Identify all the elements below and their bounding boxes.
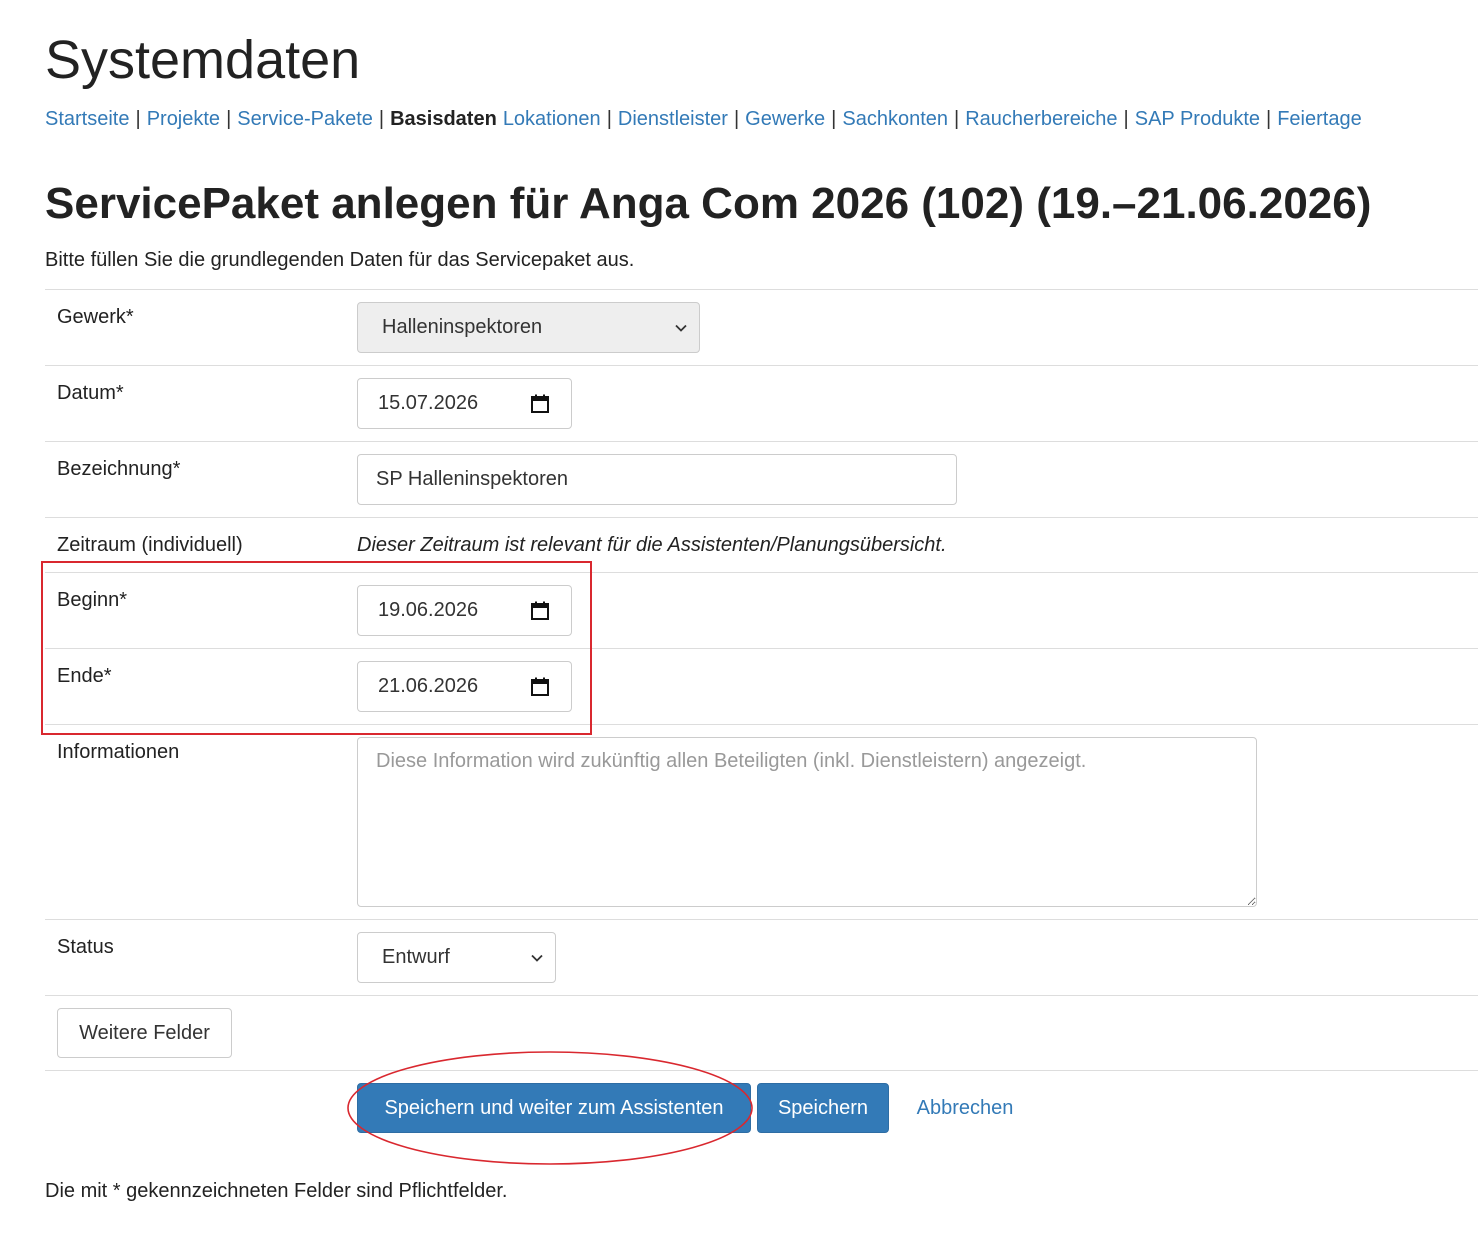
row-divider (45, 724, 1478, 725)
nav-link-sachkonten[interactable]: Sachkonten (842, 108, 948, 130)
nav-link-sap-produkte[interactable]: SAP Produkte (1135, 108, 1260, 130)
row-divider (45, 572, 1478, 573)
datum-label: Datum* (57, 382, 124, 404)
row-divider (45, 517, 1478, 518)
save-button[interactable]: Speichern (757, 1083, 889, 1133)
weitere-felder-button[interactable]: Weitere Felder (57, 1008, 232, 1058)
nav-separator: | (831, 108, 837, 130)
nav-link-projekte[interactable]: Projekte (147, 108, 220, 130)
nav-separator: | (226, 108, 232, 130)
ende-date-input[interactable]: 21.06.2026 (357, 661, 572, 712)
nav-item-basisdaten: Basisdaten (390, 108, 497, 130)
beginn-date-input[interactable]: 19.06.2026 (357, 585, 572, 636)
page-title: Systemdaten (45, 30, 361, 90)
chevron-down-icon (531, 954, 543, 962)
bezeichnung-input[interactable]: SP Halleninspektoren (357, 454, 957, 505)
nav-separator: | (378, 108, 385, 130)
nav-separator: | (135, 108, 141, 130)
row-divider (45, 648, 1478, 649)
nav-link-lokationen[interactable]: Lokationen (503, 108, 601, 130)
row-divider (45, 289, 1478, 290)
informationen-textarea[interactable] (357, 737, 1257, 907)
calendar-icon[interactable] (529, 600, 551, 622)
nav-link-dienstleister[interactable]: Dienstleister (618, 108, 728, 130)
gewerk-select[interactable]: Halleninspektoren (357, 302, 700, 353)
row-divider (45, 1070, 1478, 1071)
status-select[interactable]: Entwurf (357, 932, 556, 983)
row-divider (45, 919, 1478, 920)
calendar-icon[interactable] (529, 393, 551, 415)
beginn-value: 19.06.2026 (378, 599, 479, 621)
page: Systemdaten Startseite | Projekte | Service-… (45, 0, 1478, 1246)
form-intro-text: Bitte füllen Sie die grundlegenden Daten… (45, 249, 635, 271)
nav-link-feiertage[interactable]: Feiertage (1277, 108, 1362, 130)
row-divider (45, 441, 1478, 442)
cancel-link[interactable]: Abbrechen (914, 1083, 1016, 1133)
required-fields-note: Die mit * gekennzeichneten Felder sind P… (45, 1180, 508, 1202)
nav-separator: | (733, 108, 740, 130)
ende-label: Ende* (57, 665, 112, 687)
zeitraum-label: Zeitraum (individuell) (57, 534, 243, 556)
nav-link-service-pakete[interactable]: Service-Pakete (237, 108, 373, 130)
form-heading: ServicePaket anlegen für Anga Com 2026 (… (45, 179, 1372, 228)
datum-value: 15.07.2026 (378, 392, 479, 414)
status-label: Status (57, 936, 114, 958)
nav-link-raucherbereiche[interactable]: Raucherbereiche (965, 108, 1117, 130)
nav-link-startseite[interactable]: Startseite (45, 108, 129, 130)
nav-separator: | (1266, 108, 1272, 130)
gewerk-label: Gewerk* (57, 306, 134, 328)
chevron-down-icon (675, 324, 687, 332)
beginn-label: Beginn* (57, 589, 128, 611)
breadcrumb-nav: Startseite | Projekte | Service-Pakete | Basis… (45, 106, 1362, 132)
status-select-value: Entwurf (382, 946, 450, 968)
nav-link-gewerke[interactable]: Gewerke (745, 108, 825, 130)
bezeichnung-label: Bezeichnung* (57, 458, 181, 480)
row-divider (45, 995, 1478, 996)
datum-date-input[interactable]: 15.07.2026 (357, 378, 572, 429)
ende-value: 21.06.2026 (378, 675, 479, 697)
row-divider (45, 365, 1478, 366)
gewerk-select-value: Halleninspektoren (382, 316, 543, 338)
bezeichnung-value: SP Halleninspektoren (376, 468, 568, 490)
nav-separator: | (1123, 108, 1129, 130)
nav-separator: | (606, 108, 612, 130)
save-and-continue-button[interactable]: Speichern und weiter zum Assistenten (357, 1083, 751, 1133)
zeitraum-hint: Dieser Zeitraum ist relevant für die Ass… (357, 534, 947, 556)
calendar-icon[interactable] (529, 676, 551, 698)
informationen-label: Informationen (57, 741, 180, 763)
nav-separator: | (954, 108, 960, 130)
